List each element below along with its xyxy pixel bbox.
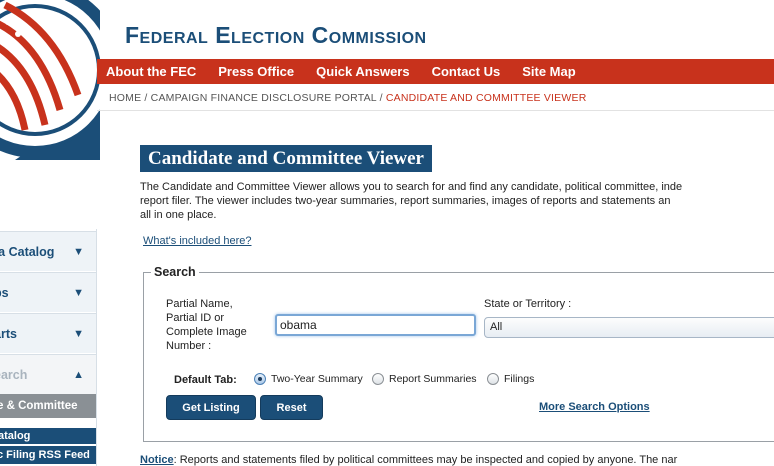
sidebar-subitem-data-catalog[interactable]: atalog bbox=[0, 428, 96, 445]
name-search-input[interactable] bbox=[275, 314, 476, 336]
breadcrumb: HOME / CAMPAIGN FINANCE DISCLOSURE PORTA… bbox=[109, 92, 586, 104]
sidebar-item-label: ta Catalog bbox=[0, 244, 55, 259]
state-field-label: State or Territory : bbox=[484, 298, 572, 310]
radio-label: Two-Year Summary bbox=[271, 373, 363, 385]
intro-line: report filer. The viewer includes two-ye… bbox=[140, 195, 671, 207]
sidebar-item-search[interactable]: earch ▲ bbox=[0, 354, 96, 394]
top-nav-bar: About the FEC Press Office Quick Answers… bbox=[97, 59, 774, 84]
triangle-down-icon: ▼ bbox=[73, 245, 84, 258]
label-line: Partial ID or bbox=[166, 312, 225, 324]
header-divider bbox=[97, 110, 774, 111]
sidebar-item-label: arts bbox=[0, 326, 17, 341]
nav-about-the-fec[interactable]: About the FEC bbox=[106, 64, 196, 79]
notice-paragraph: Notice: Reports and statements filed by … bbox=[140, 454, 774, 466]
whats-included-link[interactable]: What's included here? bbox=[143, 235, 252, 247]
page-title: Candidate and Committee Viewer bbox=[140, 145, 432, 172]
left-sidebar: ta Catalog ▼ ps ▼ arts ▼ earch ▲ e & Com… bbox=[0, 229, 97, 466]
nav-press-office[interactable]: Press Office bbox=[218, 64, 294, 79]
sidebar-subitem-label: atalog bbox=[0, 430, 31, 442]
breadcrumb-home[interactable]: HOME bbox=[109, 92, 141, 104]
radio-report-summaries[interactable]: Report Summaries bbox=[372, 373, 477, 385]
nav-quick-answers[interactable]: Quick Answers bbox=[316, 64, 409, 79]
seal-graphic bbox=[0, 0, 100, 160]
intro-line: The Candidate and Committee Viewer allow… bbox=[140, 181, 683, 193]
notice-text: : Reports and statements filed by politi… bbox=[173, 454, 678, 466]
state-select[interactable]: All bbox=[484, 317, 774, 338]
name-field-label: Partial Name, Partial ID or Complete Ima… bbox=[166, 297, 266, 353]
label-line: Partial Name, bbox=[166, 298, 233, 310]
intro-line: all in one place. bbox=[140, 209, 217, 221]
sidebar-subitem-label: c Filing RSS Feed bbox=[0, 449, 90, 461]
state-select-value: All bbox=[490, 321, 503, 333]
sidebar-item-maps[interactable]: ps ▼ bbox=[0, 272, 96, 312]
sidebar-item-data-catalog[interactable]: ta Catalog ▼ bbox=[0, 231, 96, 271]
search-legend: Search bbox=[151, 265, 199, 279]
get-listing-button[interactable]: Get Listing bbox=[166, 395, 256, 420]
intro-paragraph: The Candidate and Committee Viewer allow… bbox=[140, 180, 774, 222]
radio-unchecked-icon[interactable] bbox=[372, 373, 384, 385]
radio-label: Report Summaries bbox=[389, 373, 477, 385]
fec-seal-logo[interactable] bbox=[0, 0, 100, 160]
radio-unchecked-icon[interactable] bbox=[487, 373, 499, 385]
breadcrumb-separator: / bbox=[376, 92, 386, 104]
triangle-up-icon: ▲ bbox=[73, 368, 84, 381]
default-tab-label: Default Tab: bbox=[174, 374, 237, 386]
sidebar-subitem-rss-feed[interactable]: c Filing RSS Feed bbox=[0, 446, 96, 464]
reset-button[interactable]: Reset bbox=[260, 395, 323, 420]
nav-site-map[interactable]: Site Map bbox=[522, 64, 575, 79]
sidebar-subitem-label: e & Committee bbox=[0, 400, 78, 412]
breadcrumb-separator: / bbox=[141, 92, 151, 104]
radio-two-year-summary[interactable]: Two-Year Summary bbox=[254, 373, 363, 385]
sidebar-item-label: ps bbox=[0, 285, 9, 300]
radio-checked-icon[interactable] bbox=[254, 373, 266, 385]
radio-label: Filings bbox=[504, 373, 535, 385]
label-line: Complete Image bbox=[166, 326, 247, 338]
label-line: Number : bbox=[166, 340, 212, 352]
breadcrumb-current: CANDIDATE AND COMMITTEE VIEWER bbox=[385, 92, 587, 104]
sidebar-item-label: earch bbox=[0, 367, 28, 382]
breadcrumb-portal[interactable]: CAMPAIGN FINANCE DISCLOSURE PORTAL bbox=[151, 92, 377, 104]
nav-contact-us[interactable]: Contact Us bbox=[432, 64, 501, 79]
site-title[interactable]: Federal Election Commission bbox=[125, 22, 427, 49]
radio-filings[interactable]: Filings bbox=[487, 373, 534, 385]
triangle-down-icon: ▼ bbox=[73, 286, 84, 299]
sidebar-item-charts[interactable]: arts ▼ bbox=[0, 313, 96, 353]
triangle-down-icon: ▼ bbox=[73, 327, 84, 340]
notice-link[interactable]: Notice bbox=[140, 454, 174, 466]
more-search-options-link[interactable]: More Search Options bbox=[539, 401, 650, 413]
sidebar-subitem-candidate-committee[interactable]: e & Committee bbox=[0, 394, 96, 421]
